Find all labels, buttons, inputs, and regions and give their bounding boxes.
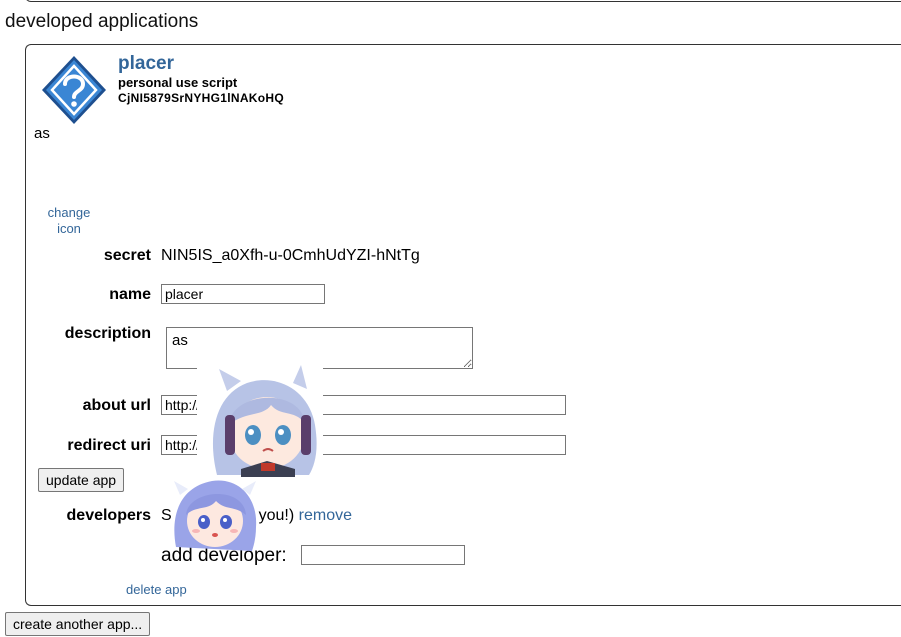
app-card: placer personal use script CjNI5879SrNYH…: [25, 44, 901, 606]
secret-value: NIN5IS_a0Xfh-u-0CmhUdYZI-hNtTg: [161, 247, 420, 264]
developers-label: developers: [66, 507, 151, 524]
add-developer-input[interactable]: [301, 545, 465, 565]
section-title: developed applications: [5, 11, 199, 32]
description-textarea[interactable]: as: [166, 327, 473, 369]
description-label: description: [64, 325, 151, 342]
name-input[interactable]: [161, 284, 325, 304]
redirect-uri-label: redirect uri: [67, 437, 151, 454]
name-label: name: [109, 286, 151, 303]
app-type: personal use script: [118, 75, 238, 90]
secret-label: secret: [103, 247, 151, 264]
app-name-link[interactable]: placer: [118, 53, 174, 75]
previous-section-frame: [25, 0, 901, 2]
change-icon-link[interactable]: change icon: [40, 205, 98, 237]
anime-girl-sticker: [197, 365, 323, 477]
delete-app-link[interactable]: delete app: [126, 582, 187, 597]
app-description-text: as: [34, 125, 50, 142]
app-client-id: CjNI5879SrNYHG1lNAKoHQ: [118, 91, 284, 105]
about-url-label: about url: [82, 397, 151, 414]
question-mark-diamond-icon: [42, 56, 106, 124]
anime-girl-sticker-small: [174, 480, 257, 551]
create-another-app-button[interactable]: create another app...: [5, 612, 151, 636]
update-app-button[interactable]: update app: [38, 468, 125, 492]
remove-developer-link[interactable]: remove: [299, 507, 352, 524]
